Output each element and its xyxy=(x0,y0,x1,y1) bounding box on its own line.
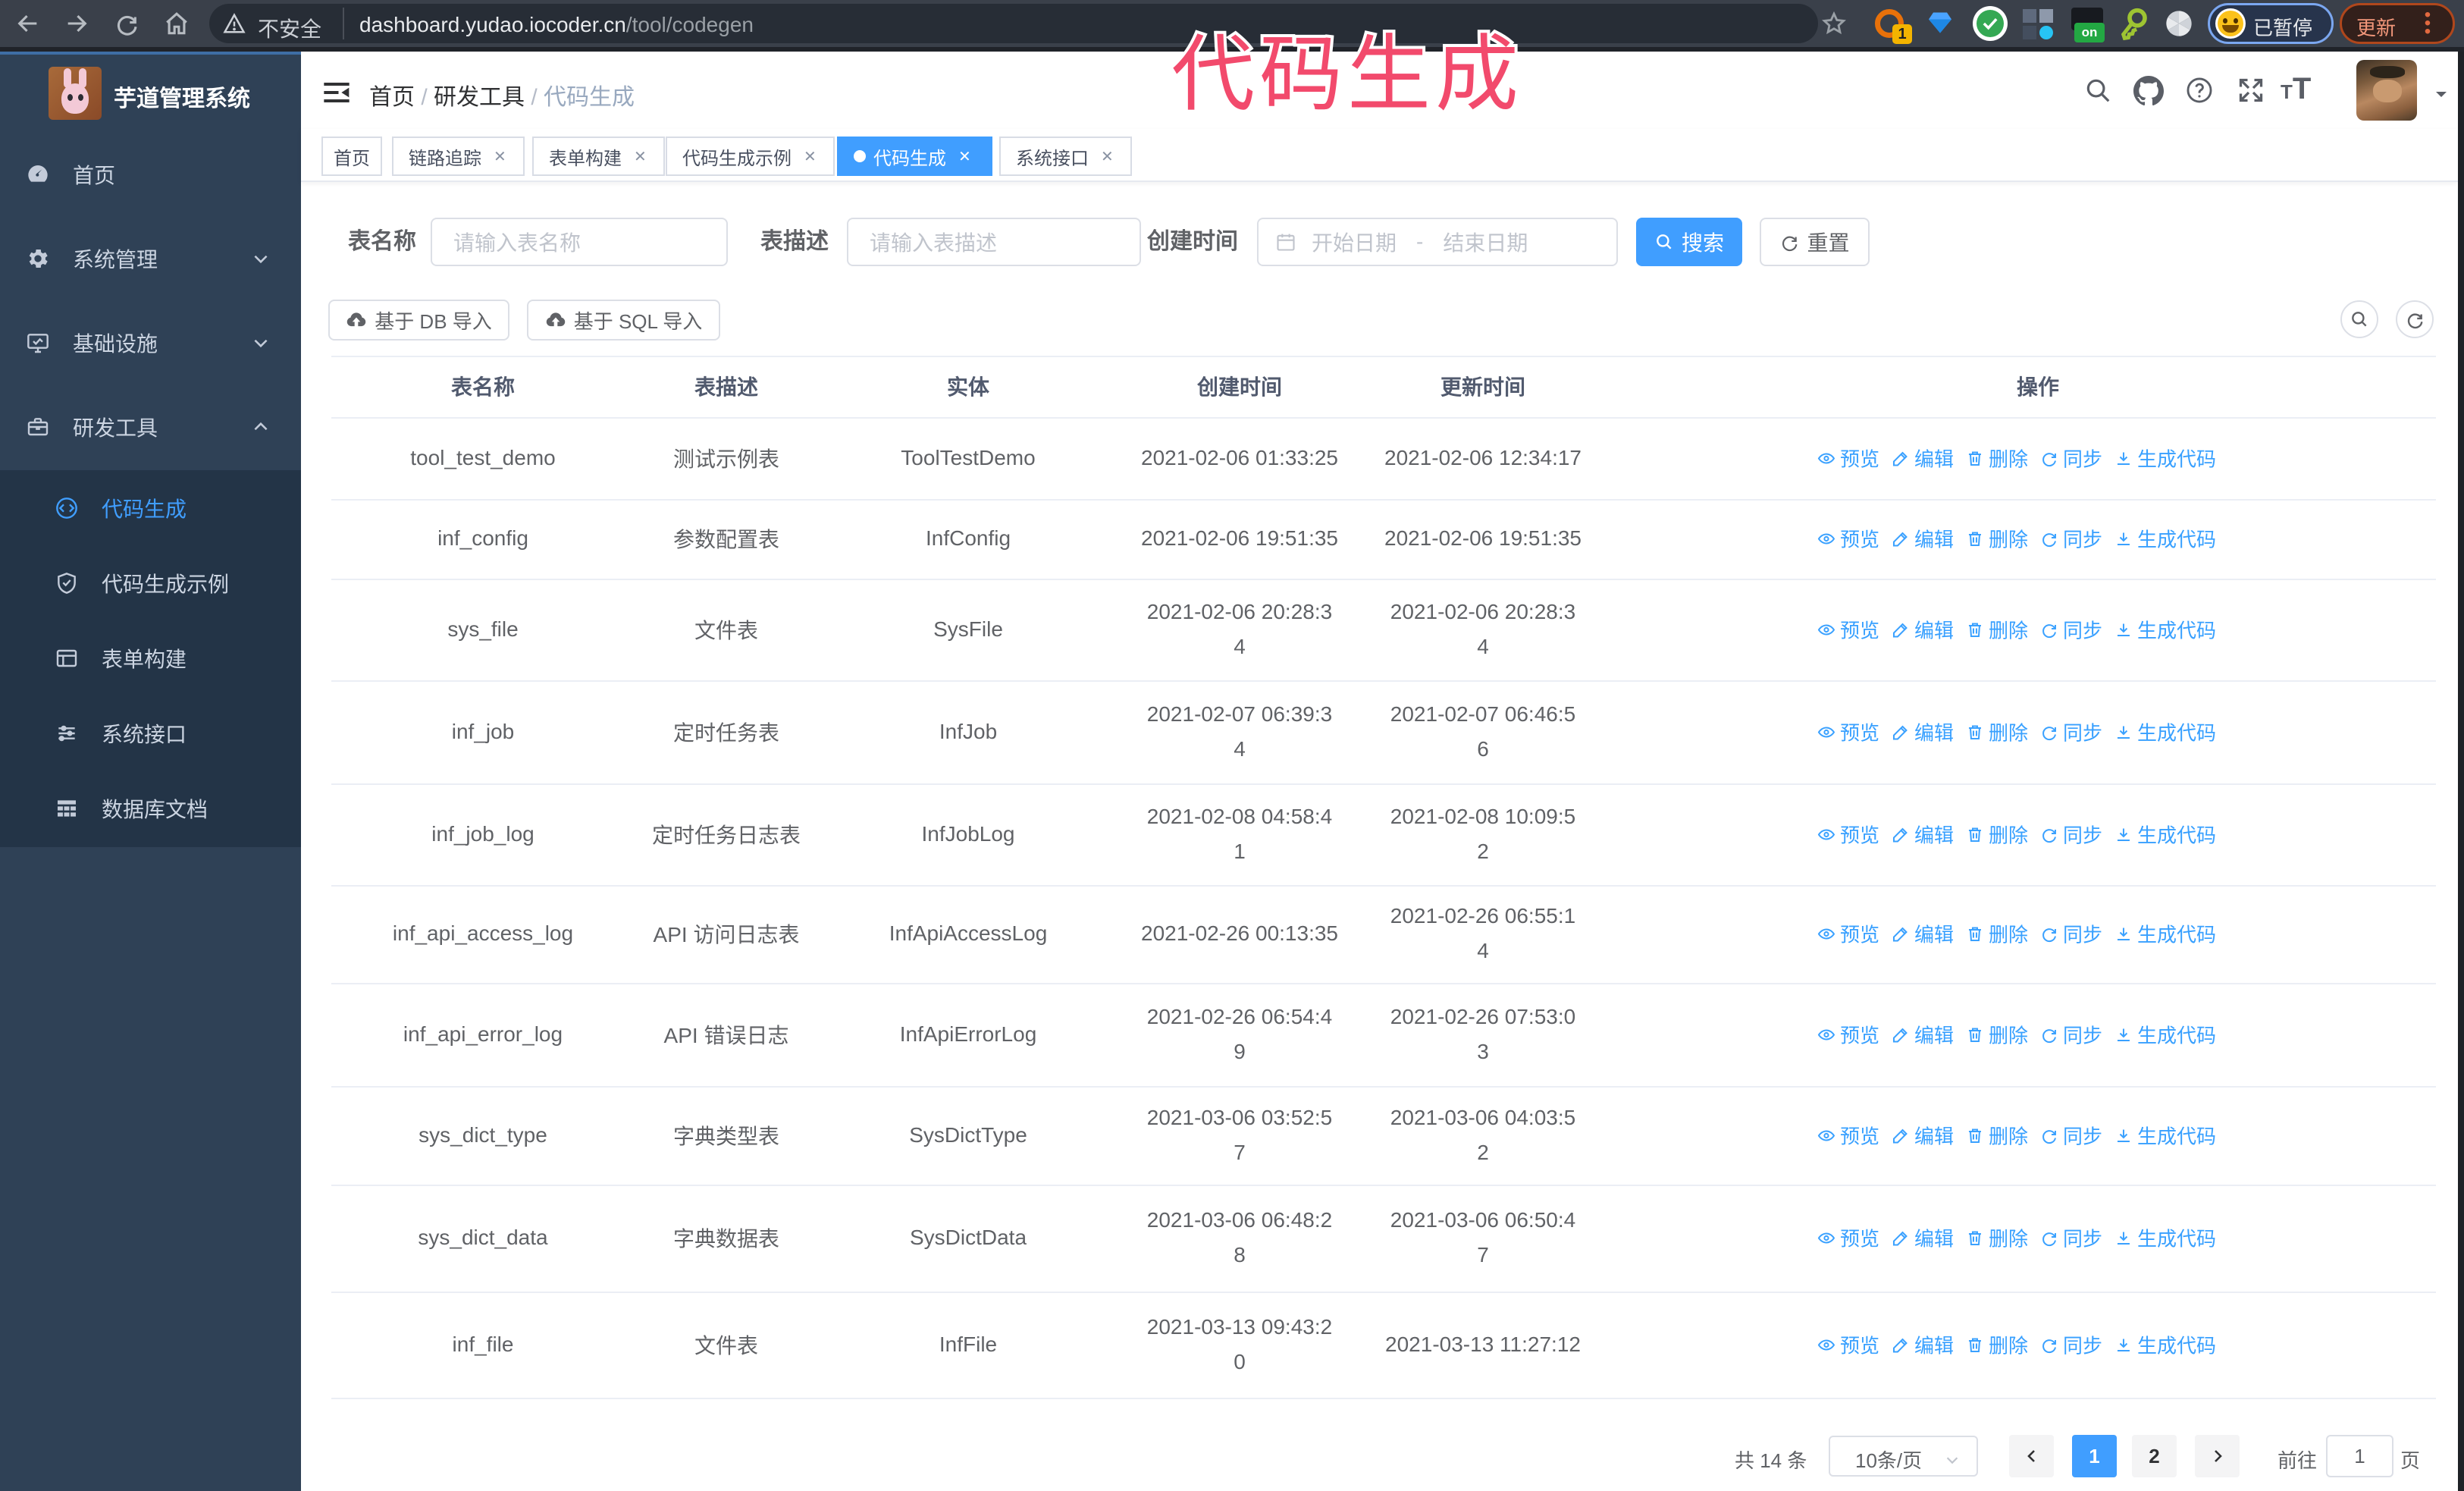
svg-text:代码生成: 代码生成 xyxy=(1171,28,1523,121)
